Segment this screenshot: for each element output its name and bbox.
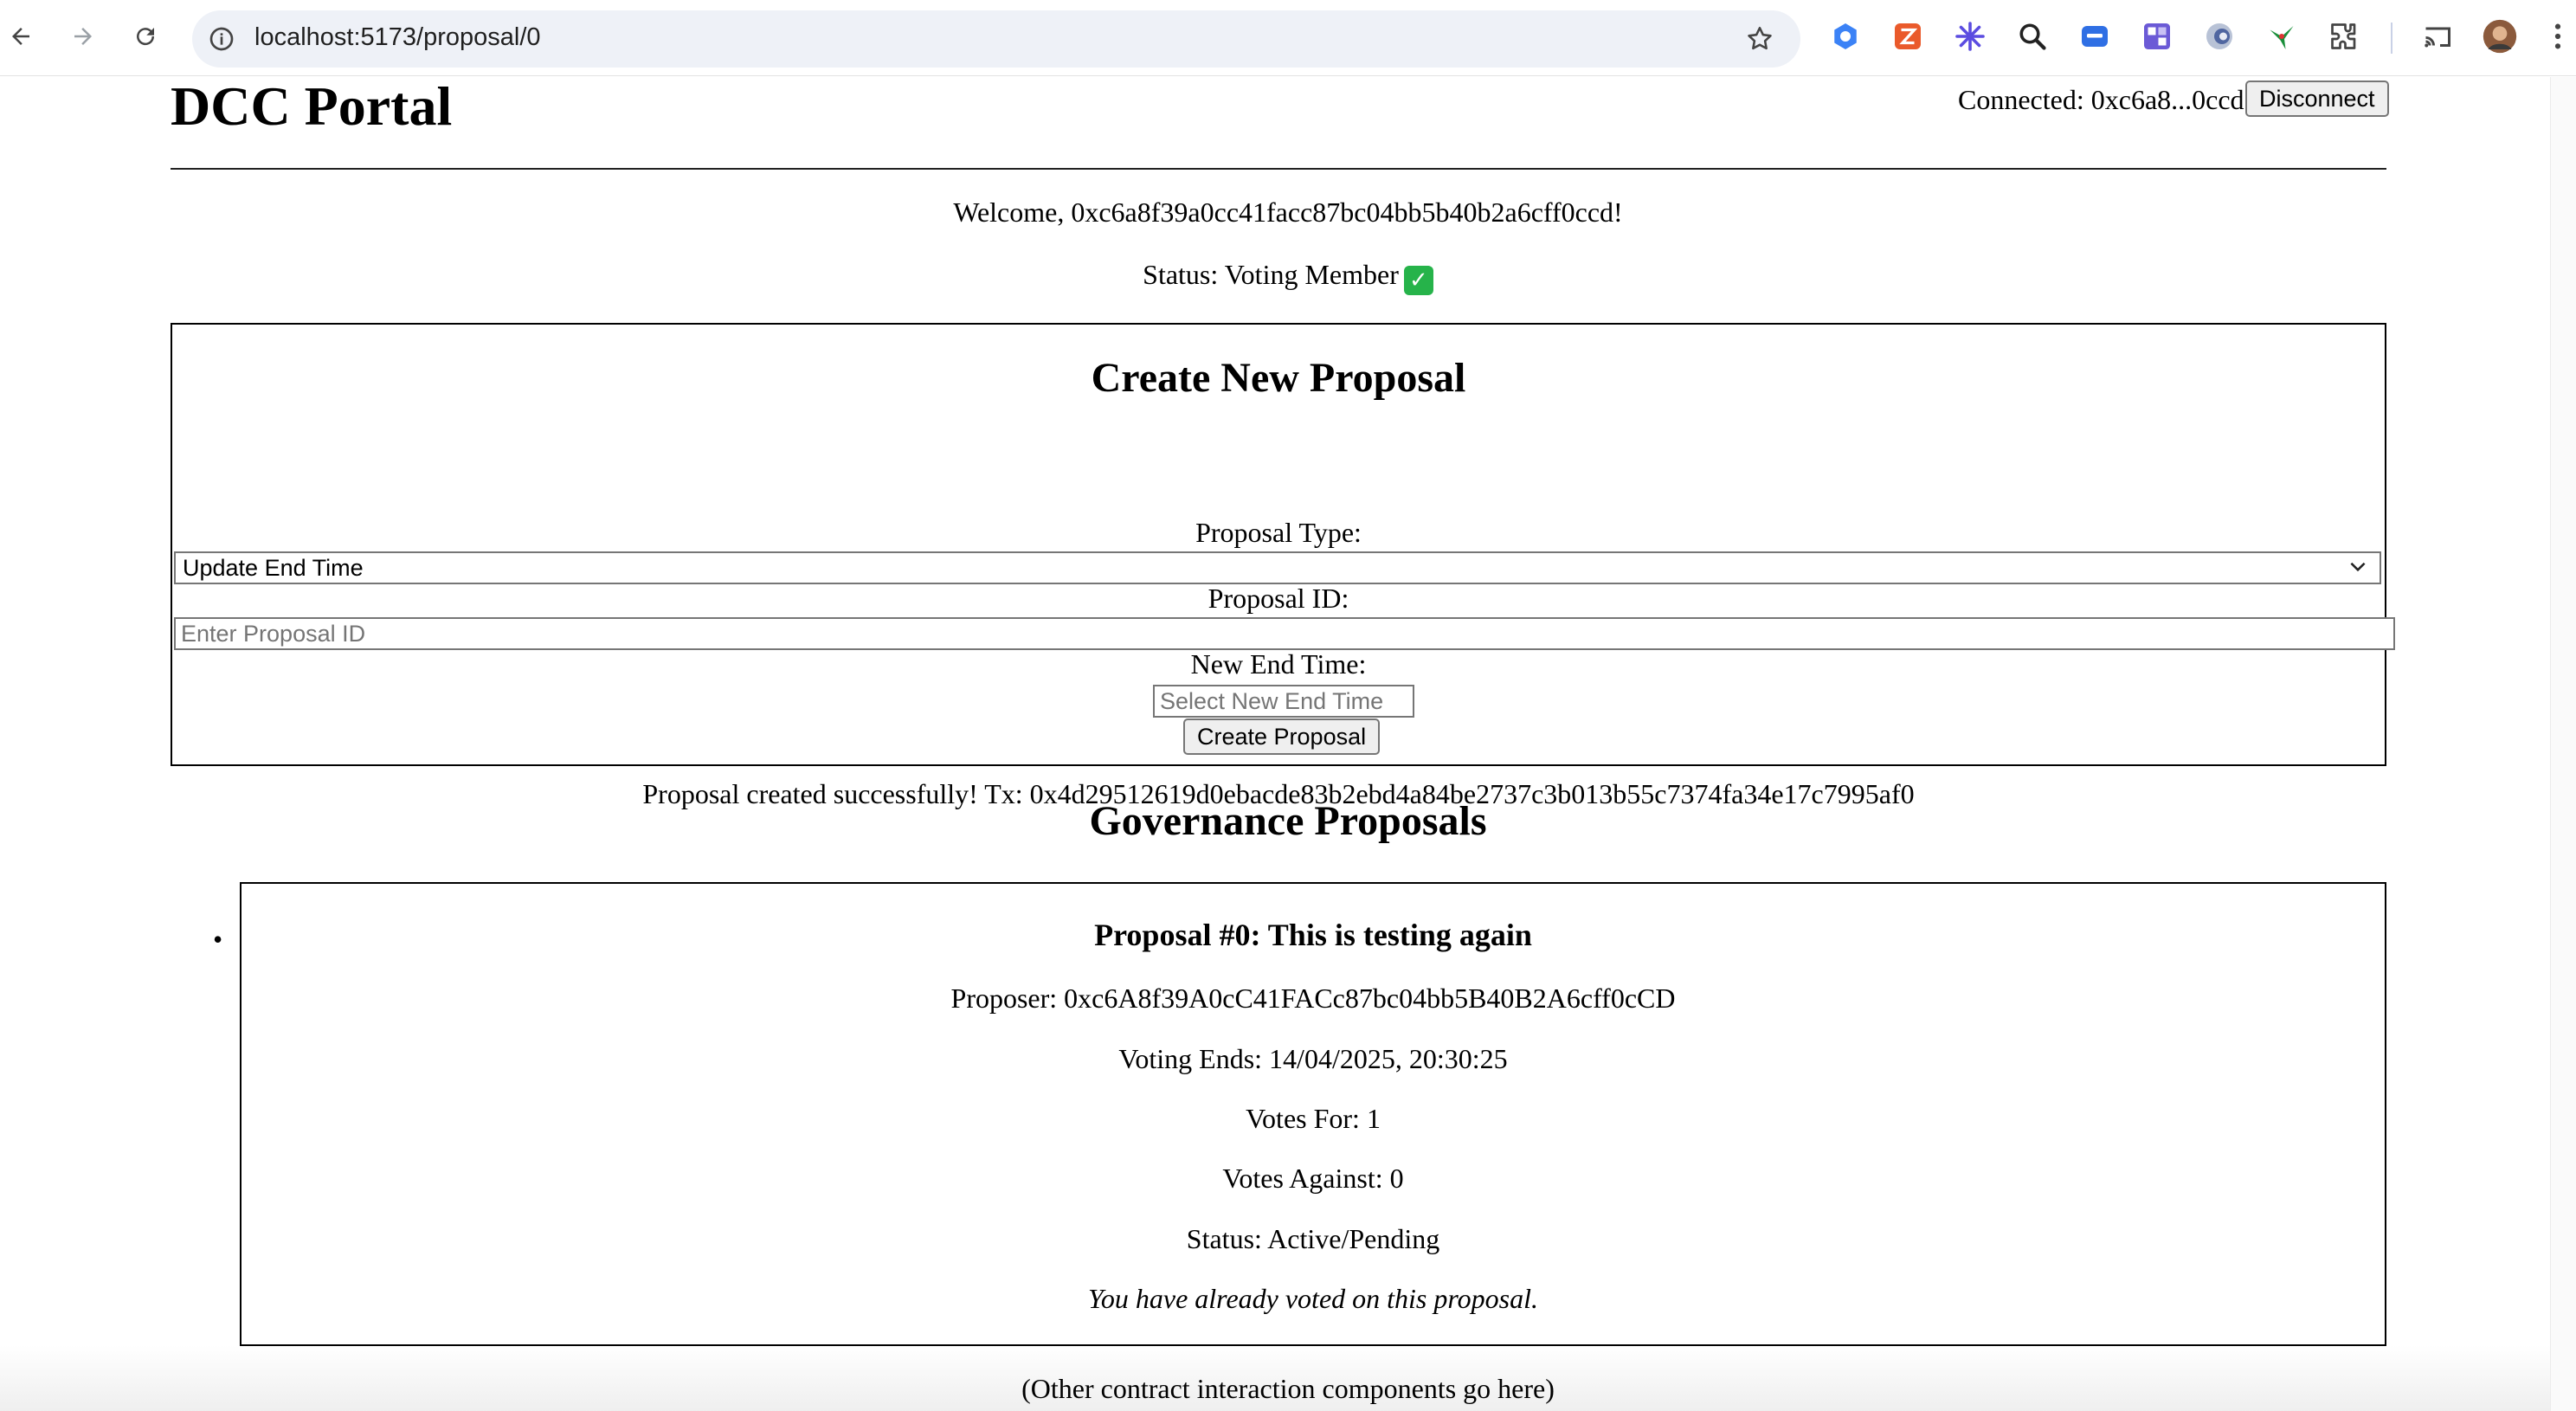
site-info-icon[interactable] (208, 25, 235, 57)
scrollbar[interactable] (2550, 77, 2576, 1411)
welcome-message: Welcome, 0xc6a8f39a0cc41facc87bc04bb5b40… (953, 197, 1623, 228)
proposal-type-value: Update End Time (183, 555, 364, 581)
translate-icon[interactable] (2077, 19, 2112, 54)
proposal-votes-against: Votes Against: 0 (1222, 1163, 1404, 1194)
member-status-text: Status: Voting Member (1143, 259, 1399, 290)
zoom-lens-icon[interactable] (2015, 19, 2050, 54)
puzzle-grid-icon[interactable] (2140, 19, 2174, 54)
list-bullet: • (213, 924, 223, 955)
toolbar-divider (2391, 23, 2392, 54)
address-bar[interactable]: localhost:5173/proposal/0 (192, 10, 1800, 68)
create-proposal-button[interactable]: Create Proposal (1183, 718, 1381, 755)
page-title: DCC Portal (171, 75, 453, 137)
header-divider (171, 168, 2386, 170)
governance-heading: Governance Proposals (1089, 798, 1487, 844)
new-end-time-input[interactable] (1153, 685, 1414, 718)
proposal-proposer: Proposer: 0xc6A8f39A0cC41FACc87bc04bb5B4… (950, 983, 1676, 1014)
proposal-status: Status: Active/Pending (1186, 1223, 1440, 1254)
member-status: Status: Voting Member ✓ (0, 259, 2576, 295)
shield-icon[interactable] (2202, 19, 2237, 54)
forward-arrow-icon (74, 28, 92, 45)
extensions-puzzle-icon[interactable] (2327, 19, 2361, 54)
url-text[interactable]: localhost:5173/proposal/0 (254, 23, 541, 52)
menu-kebab-icon[interactable] (2545, 19, 2571, 54)
proposal-votes-for: Votes For: 1 (1246, 1103, 1381, 1134)
proposal-title: Proposal #0: This is testing again (1094, 918, 1532, 952)
bookmark-star-icon[interactable] (1745, 24, 1774, 58)
page-content: DCC Portal Connected: 0xc6a8...0ccd Disc… (0, 77, 2576, 1411)
reload-icon (137, 28, 155, 46)
zapier-icon[interactable] (1890, 19, 1925, 54)
chevron-down-icon (2347, 555, 2369, 583)
proposal-vote-note: You have already voted on this proposal. (1088, 1283, 1538, 1314)
footer-note: (Other contract interaction components g… (1021, 1373, 1555, 1404)
hubspot-icon[interactable] (1828, 19, 1863, 54)
disconnect-button[interactable]: Disconnect (2245, 81, 2389, 117)
reload-button[interactable] (126, 17, 164, 55)
browser-toolbar: localhost:5173/proposal/0 (0, 0, 2576, 76)
proposal-id-label: Proposal ID: (1208, 583, 1349, 614)
proposal-voting-ends: Voting Ends: 14/04/2025, 20:30:25 (1118, 1043, 1508, 1074)
back-button[interactable] (2, 17, 40, 55)
proposal-type-label: Proposal Type: (1195, 517, 1362, 548)
bird-icon[interactable] (2264, 19, 2299, 54)
forward-button[interactable] (64, 17, 102, 55)
proposal-type-select[interactable]: Update End Time (174, 551, 2381, 584)
proposal-id-input[interactable] (174, 617, 2395, 650)
sparkle-icon[interactable] (1953, 19, 1987, 54)
proposal-card: Proposal #0: This is testing again Propo… (240, 882, 2386, 1346)
check-icon: ✓ (1403, 266, 1433, 295)
create-proposal-panel: Create New Proposal Proposal Type: Updat… (171, 323, 2395, 809)
new-end-time-label: New End Time: (1190, 648, 1367, 680)
avatar[interactable] (2483, 19, 2517, 54)
back-arrow-icon (12, 28, 29, 45)
cast-icon[interactable] (2420, 19, 2455, 54)
connected-address: Connected: 0xc6a8...0ccd (1958, 84, 2244, 115)
create-proposal-heading: Create New Proposal (1091, 355, 1466, 401)
